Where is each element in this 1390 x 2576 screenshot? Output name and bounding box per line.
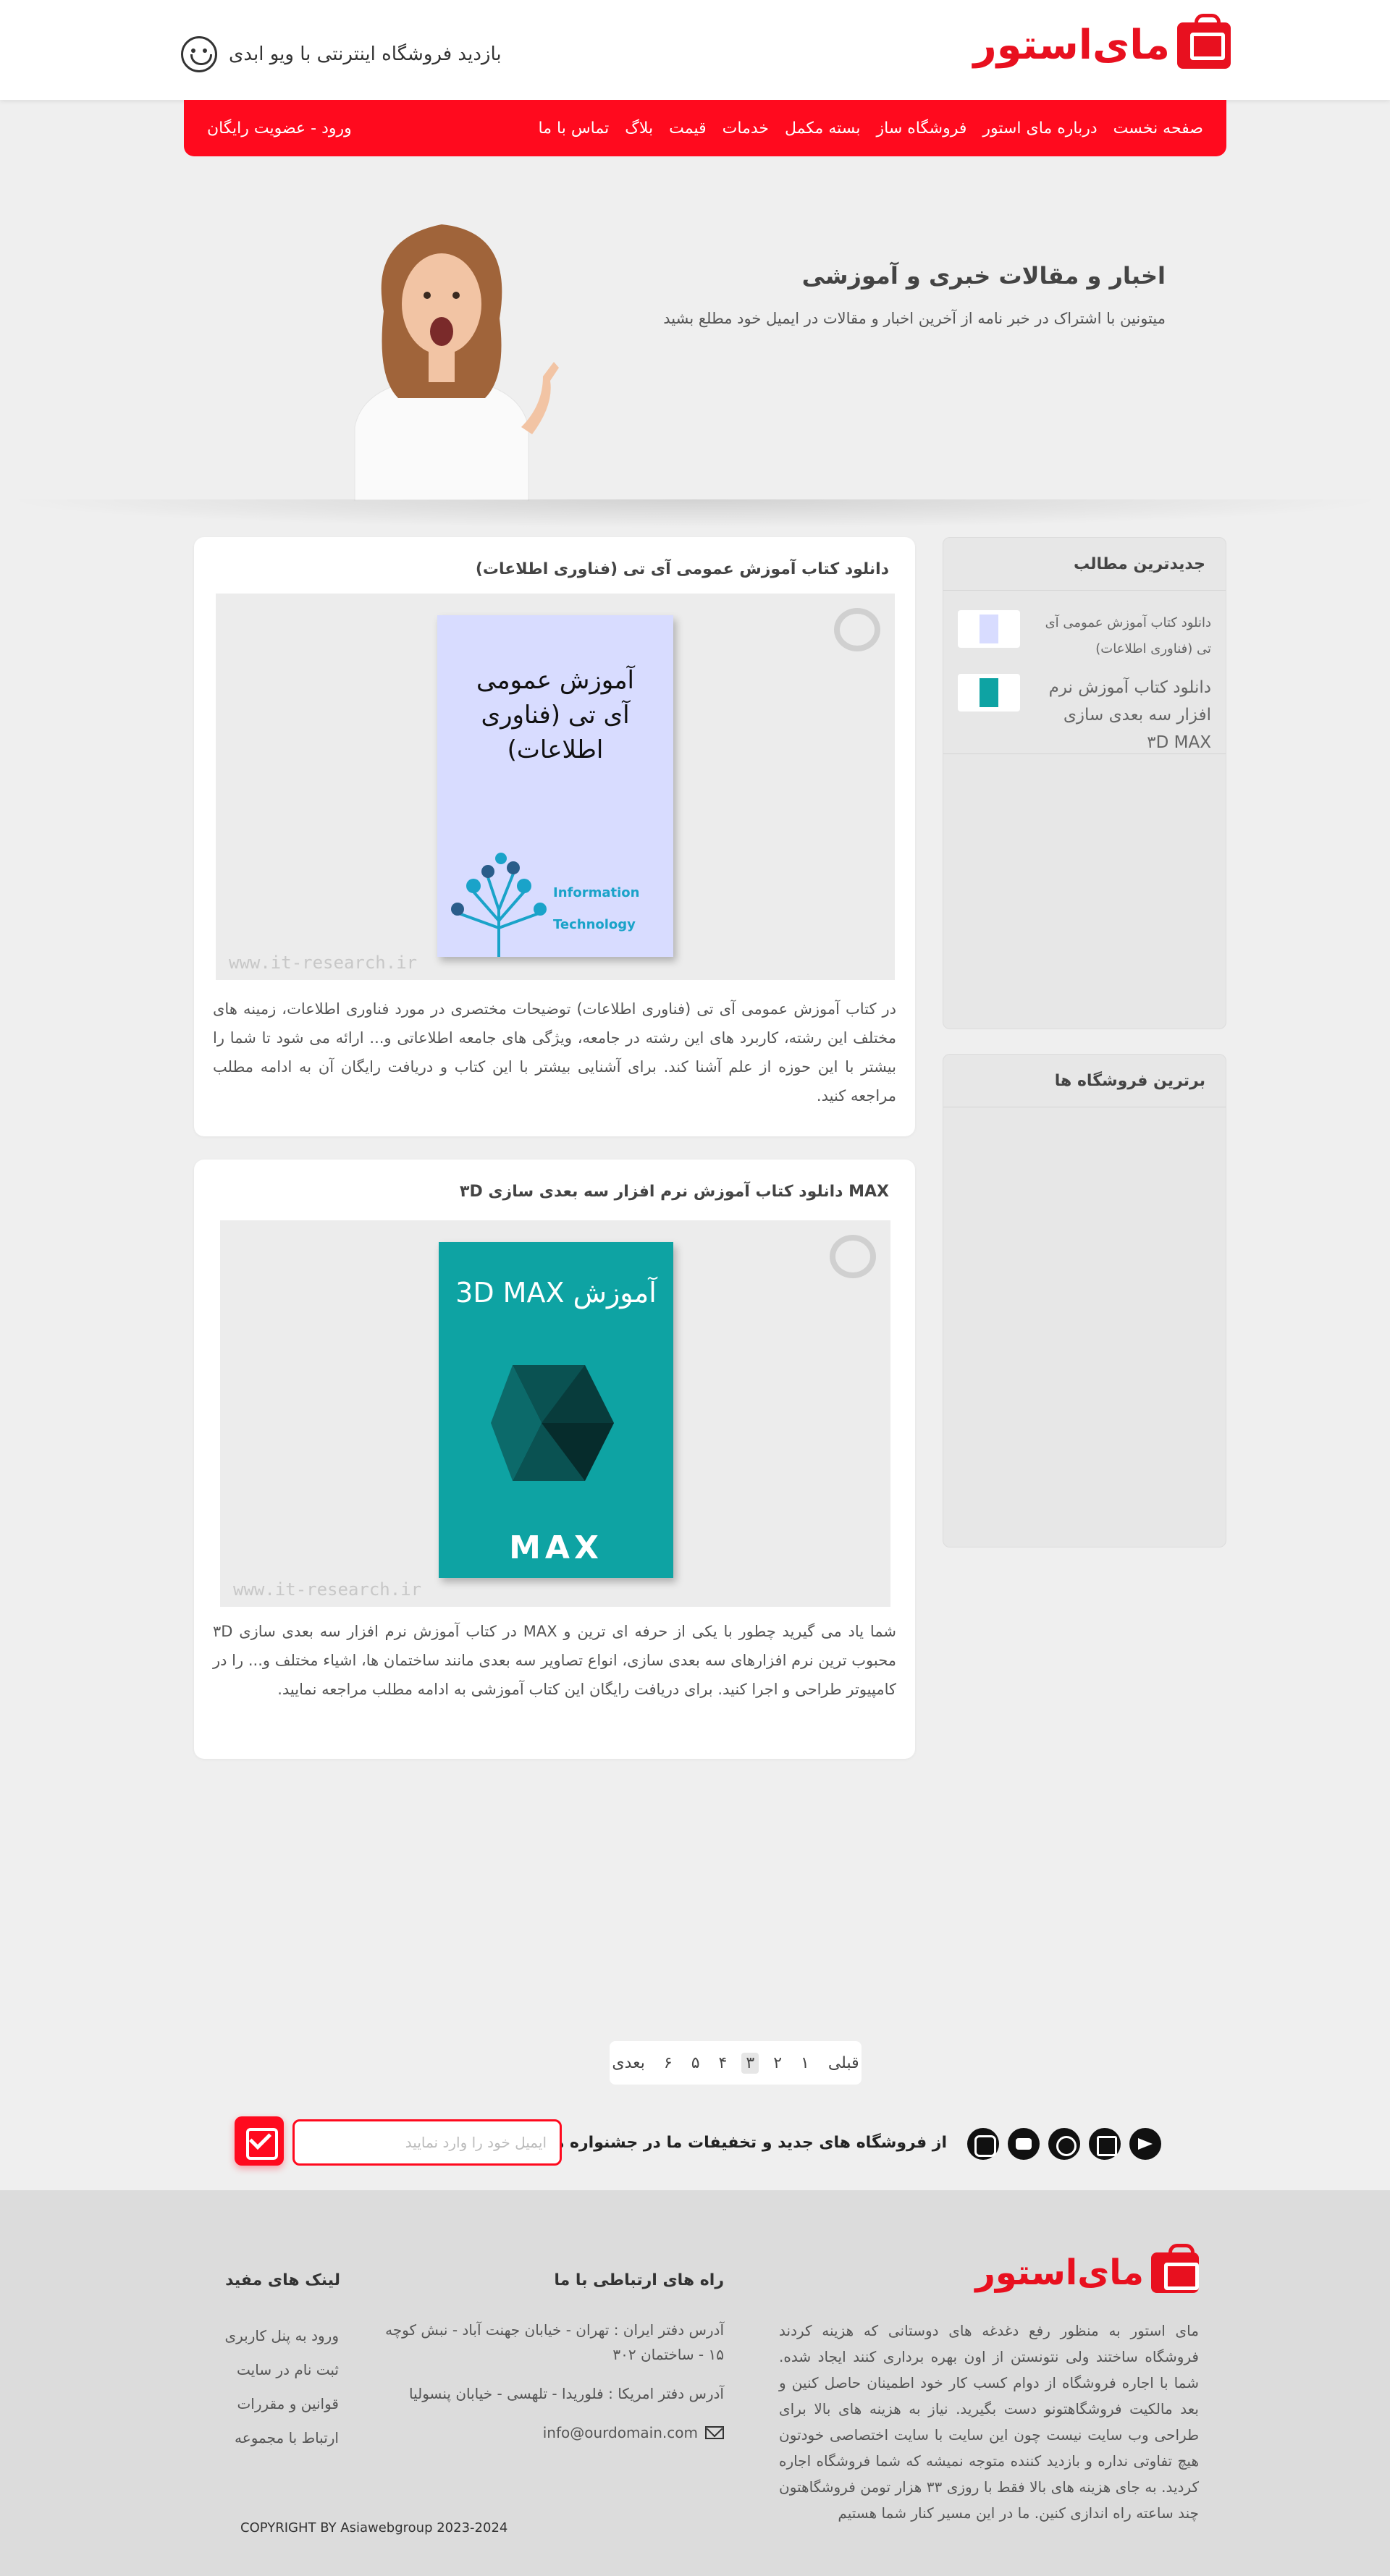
pagination-page-6[interactable]: ۶: [660, 2053, 677, 2074]
footer-logo-text: مای‌استور: [975, 2252, 1145, 2293]
recent-post-thumbnail: [958, 674, 1020, 711]
hero-banner: اخبار و مقالات خبری و آموزشی میتونین با …: [0, 156, 1390, 501]
post-card: دانلود کتاب آموزش عمومی آی تی (فناوری اط…: [194, 537, 915, 1136]
recent-post-title: دانلود کتاب آموزش نرم افزار سه بعدی سازی…: [1048, 678, 1211, 752]
book-cover: آموزش عمومی آی تی (فناوری اطلاعات) Infor…: [437, 615, 673, 957]
footer-about-text: مای استور به منظور رفع دغدغه های دوستانی…: [779, 2322, 1199, 2522]
nav-item-blog[interactable]: بلاگ: [625, 119, 653, 138]
social-links: [967, 2128, 1161, 2160]
footer-contact: آدرس دفتر ایران : تهران - خیابان جهنت آب…: [376, 2318, 724, 2445]
copyright-text: COPYRIGHT BY Asiawebgroup 2023-2024: [240, 2520, 508, 2535]
site-footer: مای‌استور مای استور به منظور رفع دغدغه ه…: [0, 2190, 1390, 2576]
nav-item-store-builder[interactable]: فروشگاه ساز: [877, 119, 967, 138]
nav-item-pricing[interactable]: قیمت: [669, 119, 706, 138]
visit-store-link[interactable]: بازدید فروشگاه اینترنتی با ویو ابدی: [181, 36, 502, 72]
recent-post-item[interactable]: دانلود کتاب آموزش نرم افزار سه بعدی سازی…: [958, 674, 1211, 756]
visit-store-text: بازدید فروشگاه اینترنتی با ویو ابدی: [229, 43, 502, 65]
pagination-page-4[interactable]: ۴: [715, 2053, 732, 2074]
hero-title: اخبار و مقالات خبری و آموزشی: [801, 262, 1166, 290]
divider: [943, 590, 1226, 591]
nav-item-services[interactable]: خدمات: [723, 119, 769, 138]
book-label-information: Information: [553, 885, 640, 900]
post-image[interactable]: آموزش 3D MAX MAX www.it-research.ir: [220, 1220, 890, 1607]
top-header: مای‌استور بازدید فروشگاه اینترنتی با ویو…: [0, 0, 1390, 100]
nav-menu: صفحه نخست درباره مای استور فروشگاه ساز ب…: [539, 119, 1203, 138]
footer-links-title: لینک های مفید: [225, 2271, 340, 2289]
site-logo[interactable]: مای‌استور: [973, 13, 1231, 69]
post-excerpt: شما یاد می گیرید چطور با یکی از حرفه ای …: [213, 1623, 897, 1698]
tech-tree-illustration: [451, 853, 547, 957]
smiley-icon: [181, 36, 217, 72]
post-excerpt: در کتاب آموزش عمومی آی تی (فناوری اطلاعا…: [213, 1000, 896, 1105]
post-title-link[interactable]: MAX دانلود کتاب آموزش نرم افزار سه بعدی …: [460, 1183, 889, 1201]
pagination-page-5[interactable]: ۵: [687, 2053, 704, 2074]
book-cover-title: آموزش عمومی آی تی (فناوری اطلاعات): [476, 666, 634, 764]
3dsmax-logo-illustration: [491, 1365, 614, 1481]
footer-contact-title: راه های ارتباطی با ما: [554, 2271, 724, 2289]
top-stores-title: برترین فروشگاه ها: [1054, 1072, 1205, 1090]
pagination-page-1[interactable]: ۱: [796, 2053, 814, 2074]
book-label-technology: Technology: [553, 917, 636, 932]
recent-posts-title: جدیدترین مطالب: [1073, 555, 1205, 573]
youtube-icon[interactable]: [1008, 2128, 1040, 2160]
hero-subtitle: میتونین با اشتراک در خبر نامه از آخرین ا…: [663, 310, 1166, 327]
newsletter-submit-button[interactable]: [235, 2116, 284, 2166]
address-usa: آدرس دفتر امریکا : فلوریدا - تلهسی - خیا…: [408, 2385, 724, 2402]
post-card: MAX دانلود کتاب آموزش نرم افزار سه بعدی …: [194, 1160, 915, 1759]
mail-icon: [705, 2426, 724, 2439]
post-title-link[interactable]: دانلود کتاب آموزش عمومی آی تی (فناوری اط…: [476, 560, 889, 578]
thumbnail-book: [980, 615, 998, 643]
main-navbar: صفحه نخست درباره مای استور فروشگاه ساز ب…: [184, 100, 1226, 156]
pagination: قبلی ۱ ۲ ۳ ۴ ۵ ۶ بعدی: [610, 2041, 862, 2085]
image-watermark: www.it-research.ir: [229, 953, 418, 973]
recent-post-title: دانلود کتاب آموزش عمومی آی تی (فناوری اط…: [1045, 615, 1211, 656]
watermark-icon: [834, 608, 880, 651]
footer-link-terms[interactable]: قوانین و مقررات: [224, 2387, 339, 2421]
recent-post-item[interactable]: دانلود کتاب آموزش عمومی آی تی (فناوری اط…: [958, 610, 1211, 662]
telegram-icon[interactable]: [1129, 2128, 1161, 2160]
footer-email-text: info@ourdomain.com: [542, 2424, 698, 2441]
book-cover-max: MAX: [509, 1529, 603, 1566]
footer-email[interactable]: info@ourdomain.com: [376, 2420, 724, 2445]
shopping-bag-icon: [1151, 2244, 1199, 2293]
post-image[interactable]: آموزش عمومی آی تی (فناوری اطلاعات) Infor…: [216, 594, 895, 980]
whatsapp-icon[interactable]: [1048, 2128, 1080, 2160]
instagram-icon[interactable]: [967, 2128, 999, 2160]
nav-item-about[interactable]: درباره مای استور: [982, 119, 1097, 138]
footer-link-login[interactable]: ورود به پنل کاربری: [224, 2319, 339, 2353]
footer-logo[interactable]: مای‌استور: [975, 2244, 1199, 2293]
shopping-bag-icon: [1177, 13, 1231, 69]
login-register-link[interactable]: ورود - عضویت رایگان: [207, 119, 352, 138]
hero-shadow: [0, 499, 1390, 528]
pagination-page-2[interactable]: ۲: [769, 2053, 786, 2074]
book-cover-title: آموزش 3D MAX: [455, 1277, 657, 1309]
recent-post-thumbnail: [958, 610, 1020, 648]
footer-link-contact[interactable]: ارتباط با مجموعه: [224, 2421, 339, 2455]
top-stores-widget: برترین فروشگاه ها: [943, 1054, 1226, 1547]
divider: [943, 753, 1226, 754]
footer-links: ورود به پنل کاربری ثبت نام در سایت قوانی…: [224, 2319, 339, 2455]
logo-text: مای‌استور: [973, 22, 1171, 69]
pagination-next[interactable]: بعدی: [607, 2053, 649, 2074]
recent-posts-widget: جدیدترین مطالب دانلود کتاب آموزش عمومی آ…: [943, 537, 1226, 1029]
address-iran: آدرس دفتر ایران : تهران - خیابان جهنت آب…: [385, 2321, 724, 2363]
newsletter-email-input[interactable]: [292, 2119, 562, 2166]
footer-link-register[interactable]: ثبت نام در سایت: [224, 2353, 339, 2387]
book-cover: آموزش 3D MAX MAX: [439, 1242, 673, 1578]
nav-item-home[interactable]: صفحه نخست: [1113, 119, 1203, 138]
linkedin-icon[interactable]: [1089, 2128, 1121, 2160]
hero-woman-image: [354, 224, 559, 501]
nav-item-addon-package[interactable]: بسته مکمل: [785, 119, 861, 138]
pagination-prev[interactable]: قبلی: [824, 2053, 864, 2074]
thumbnail-book: [980, 678, 998, 707]
image-watermark: www.it-research.ir: [233, 1579, 422, 1600]
pagination-page-3[interactable]: ۳: [741, 2052, 759, 2074]
watermark-icon: [830, 1235, 876, 1278]
nav-item-contact[interactable]: تماس با ما: [539, 119, 610, 138]
